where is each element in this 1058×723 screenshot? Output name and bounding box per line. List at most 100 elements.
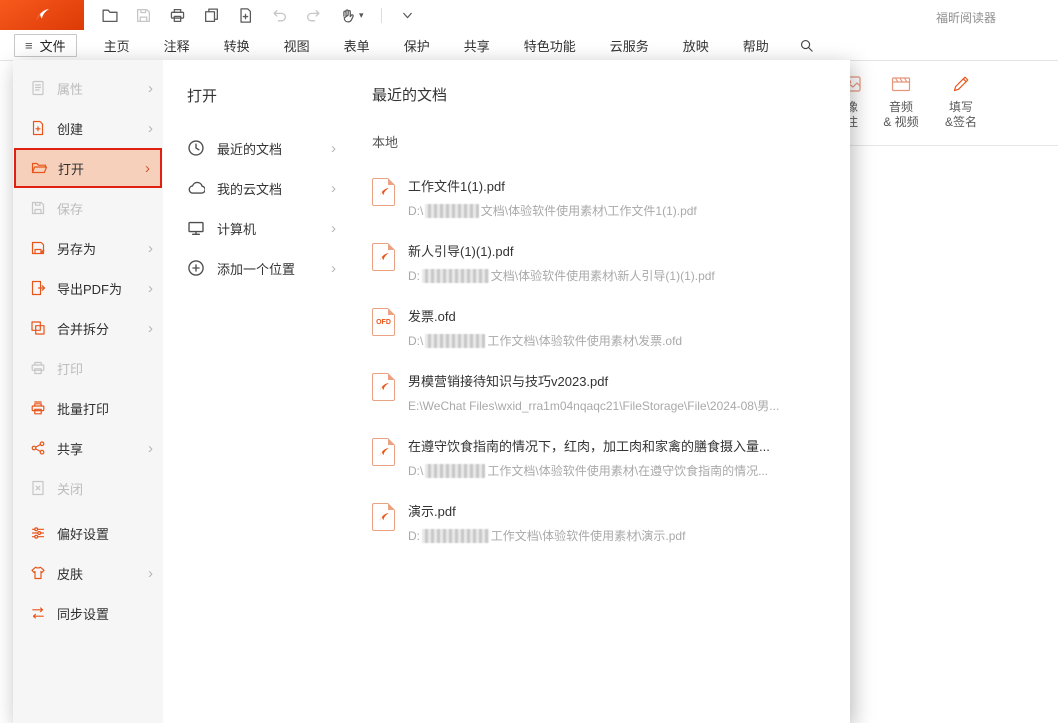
file-menu-item-create[interactable]: 创建 › xyxy=(13,108,163,148)
recent-file-list: 工作文件1(1).pdf D:\########文档\体验软件使用素材\工作文件… xyxy=(372,165,822,555)
recent-file-row[interactable]: OFD 发票.ofd D:\#########工作文档\体验软件使用素材\发票.… xyxy=(372,295,822,360)
recent-file-row[interactable]: 工作文件1(1).pdf D:\########文档\体验软件使用素材\工作文件… xyxy=(372,165,822,230)
file-menu-label: 文件 xyxy=(40,36,66,55)
path-suffix: 工作文档\体验软件使用素材\在遵守饮食指南的情况... xyxy=(487,464,768,478)
app-title: 福昕阅读器 xyxy=(936,9,996,26)
open-folder-icon[interactable] xyxy=(101,7,118,24)
chevron-right-icon: › xyxy=(145,161,150,176)
print-icon[interactable] xyxy=(169,7,186,24)
file-menu-item-label: 导出PDF为 xyxy=(57,279,122,298)
file-menu-item-label: 合并拆分 xyxy=(57,319,109,338)
fox-glyph-icon xyxy=(376,380,391,395)
ribbon-tabs: 主页 注释 转换 视图 表单 保护 共享 特色功能 云服务 放映 帮助 xyxy=(104,36,769,55)
open-icon xyxy=(31,160,47,176)
recent-file-row[interactable]: 男模营销接待知识与技巧v2023.pdf E:\WeChat Files\wxi… xyxy=(372,360,822,425)
file-menu-item-close[interactable]: 关闭 xyxy=(13,468,163,508)
hamburger-menu-icon: ≡ xyxy=(25,38,33,53)
clock-icon xyxy=(187,139,205,157)
tab-form[interactable]: 表单 xyxy=(344,36,370,55)
customize-toolbar-icon[interactable] xyxy=(399,7,416,24)
file-name: 发票.ofd xyxy=(408,306,682,325)
ribbon-label-line1: 填写 xyxy=(949,100,973,115)
search-icon[interactable] xyxy=(799,38,814,53)
tab-home[interactable]: 主页 xyxy=(104,36,130,55)
open-item-label: 最近的文档 xyxy=(217,139,282,158)
ribbon-fragment: 像 注 音频 & 视频 填写 &签名 xyxy=(840,61,1058,146)
file-menu-item-save[interactable]: 保存 xyxy=(13,188,163,228)
file-menu-item-combine-split[interactable]: 合并拆分 › xyxy=(13,308,163,348)
file-menu-item-export-pdf[interactable]: 导出PDF为 › xyxy=(13,268,163,308)
redo-icon[interactable] xyxy=(305,7,322,24)
file-menu-sidebar: 属性 › 创建 › 打开 › 保存 另存为 › 导出PDF为 › xyxy=(13,60,163,723)
file-menu-item-save-as[interactable]: 另存为 › xyxy=(13,228,163,268)
create-icon xyxy=(30,120,46,136)
fox-glyph-icon xyxy=(376,185,391,200)
chevron-right-icon: › xyxy=(331,221,336,236)
file-menu-item-share[interactable]: 共享 › xyxy=(13,428,163,468)
path-prefix: E:\WeChat Files\wxid_rra1m04nqaqc21\File… xyxy=(408,399,779,413)
tab-cloud[interactable]: 云服务 xyxy=(610,36,649,55)
open-item-add-a-place[interactable]: 添加一个位置 › xyxy=(187,248,336,288)
file-menu-item-label: 批量打印 xyxy=(57,399,109,418)
file-text: 演示.pdf D:##########工作文档\体验软件使用素材\演示.pdf xyxy=(408,501,685,544)
tab-share[interactable]: 共享 xyxy=(464,36,490,55)
file-menu-item-open[interactable]: 打开 › xyxy=(14,148,162,188)
recent-file-row[interactable]: 演示.pdf D:##########工作文档\体验软件使用素材\演示.pdf xyxy=(372,490,822,555)
file-menu-item-print[interactable]: 打印 xyxy=(13,348,163,388)
title-bar: ▾ 福昕阅读器 xyxy=(0,0,1058,30)
cloud-icon xyxy=(187,179,205,197)
tab-slideshow[interactable]: 放映 xyxy=(683,36,709,55)
tab-view[interactable]: 视图 xyxy=(284,36,310,55)
copy-pages-icon[interactable] xyxy=(203,7,220,24)
file-menu-item-batch-print[interactable]: 批量打印 xyxy=(13,388,163,428)
open-item-computer[interactable]: 计算机 › xyxy=(187,208,336,248)
computer-icon xyxy=(187,219,205,237)
open-item-label: 我的云文档 xyxy=(217,179,282,198)
audio-video-button[interactable]: 音频 & 视频 xyxy=(873,73,929,130)
pdf-file-icon xyxy=(372,178,395,206)
file-menu-item-skin[interactable]: 皮肤 › xyxy=(13,553,163,593)
file-menu-item-properties[interactable]: 属性 › xyxy=(13,68,163,108)
save-icon xyxy=(30,200,46,216)
file-name: 男模营销接待知识与技巧v2023.pdf xyxy=(408,371,779,390)
quick-access-toolbar: ▾ xyxy=(101,7,416,24)
file-menu-item-label: 偏好设置 xyxy=(57,524,109,543)
file-menu-item-label: 关闭 xyxy=(57,479,83,498)
create-pdf-icon[interactable] xyxy=(237,7,254,24)
tab-help[interactable]: 帮助 xyxy=(743,36,769,55)
save-icon[interactable] xyxy=(135,7,152,24)
redacted-path-segment: ######### xyxy=(425,334,485,348)
file-text: 新人引导(1)(1).pdf D:##########文档\体验软件使用素材\新… xyxy=(408,241,715,284)
recent-file-row[interactable]: 在遵守饮食指南的情况下，红肉，加工肉和家禽的膳食摄入量... D:\######… xyxy=(372,425,822,490)
open-panel-list: 最近的文档 › 我的云文档 › 计算机 › 添加一个位置 › xyxy=(187,128,336,288)
fox-glyph-icon xyxy=(376,250,391,265)
open-item-cloud-documents[interactable]: 我的云文档 › xyxy=(187,168,336,208)
skin-shirt-icon xyxy=(30,565,46,581)
pdf-file-icon xyxy=(372,243,395,271)
tab-featured[interactable]: 特色功能 xyxy=(524,36,576,55)
file-text: 发票.ofd D:\#########工作文档\体验软件使用素材\发票.ofd xyxy=(408,306,682,349)
file-menu-item-preferences[interactable]: 偏好设置 xyxy=(13,513,163,553)
ofd-type-label: OFD xyxy=(376,319,391,326)
undo-icon[interactable] xyxy=(271,7,288,24)
ofd-file-icon: OFD xyxy=(372,308,395,336)
chevron-right-icon: › xyxy=(148,321,153,336)
chevron-right-icon: › xyxy=(331,181,336,196)
plus-circle-icon xyxy=(187,259,205,277)
fill-sign-button[interactable]: 填写 &签名 xyxy=(933,73,989,130)
pdf-file-icon xyxy=(372,503,395,531)
tab-protect[interactable]: 保护 xyxy=(404,36,430,55)
file-menu-button[interactable]: ≡ 文件 xyxy=(14,34,77,57)
fox-glyph-icon xyxy=(376,445,391,460)
redacted-path-segment: ######## xyxy=(425,204,478,218)
open-item-recent-documents[interactable]: 最近的文档 › xyxy=(187,128,336,168)
hand-tool-button[interactable]: ▾ xyxy=(339,7,364,24)
tab-convert[interactable]: 转换 xyxy=(224,36,250,55)
local-section-label: 本地 xyxy=(372,132,822,151)
tab-comment[interactable]: 注释 xyxy=(164,36,190,55)
path-prefix: D:\ xyxy=(408,334,423,348)
recent-file-row[interactable]: 新人引导(1)(1).pdf D:##########文档\体验软件使用素材\新… xyxy=(372,230,822,295)
export-pdf-icon xyxy=(30,280,46,296)
file-menu-item-sync-settings[interactable]: 同步设置 xyxy=(13,593,163,633)
path-prefix: D:\ xyxy=(408,204,423,218)
